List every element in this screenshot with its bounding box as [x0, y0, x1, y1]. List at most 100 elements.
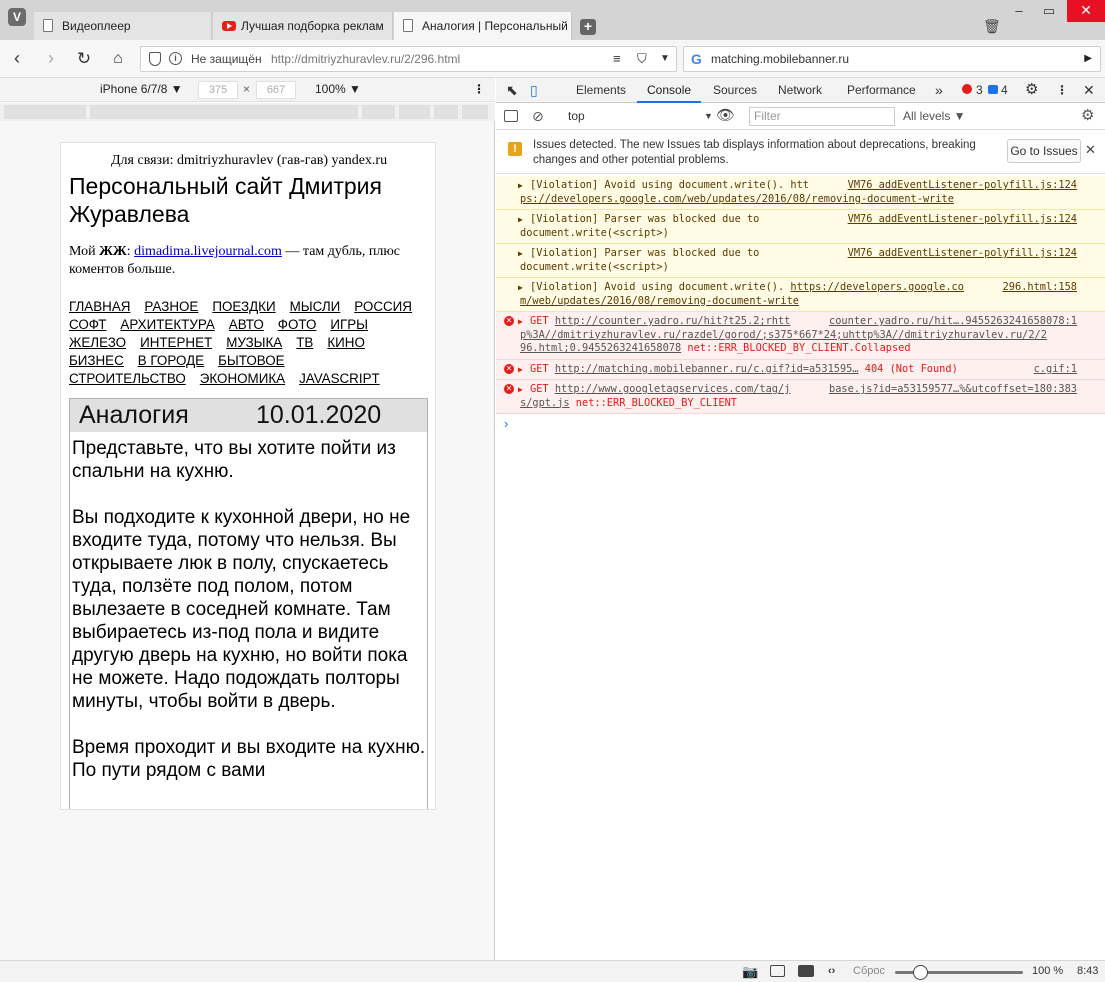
nav-link-misc[interactable]: РАЗНОЕ [144, 298, 198, 316]
ruler-segment[interactable] [462, 105, 488, 119]
context-dropdown-icon[interactable]: ▼ [704, 104, 713, 128]
console-prompt-icon[interactable]: › [504, 416, 508, 431]
console-filter-input[interactable]: Filter [749, 107, 895, 126]
nav-link-household[interactable]: БЫТОВОЕ [218, 352, 284, 370]
expand-triangle-icon[interactable]: ▶ [518, 179, 523, 193]
console-settings-gear-icon[interactable]: ⚙ [1081, 104, 1094, 128]
sidebar-toggle-icon[interactable] [504, 110, 518, 122]
message-count[interactable]: 4 [1001, 78, 1008, 102]
request-url-cont[interactable]: p%3A//dmitriyzhuravlev.ru/razdel/gorod/;… [520, 329, 1047, 341]
device-height-input[interactable]: 667 [256, 81, 296, 99]
nav-link-architecture[interactable]: АРХИТЕКТУРА [120, 316, 214, 334]
nav-link-cinema[interactable]: КИНО [327, 334, 365, 352]
ruler-segment[interactable] [4, 105, 86, 119]
request-url[interactable]: http://counter.yadro.ru/hit?t25.2;rhtt [555, 315, 791, 327]
console-message[interactable]: ▶ [Violation] Parser was blocked due to … [496, 210, 1105, 244]
nav-link-russia[interactable]: РОССИЯ [354, 298, 412, 316]
trash-icon[interactable]: 🗑 [983, 18, 1001, 35]
close-window-button[interactable]: ✕ [1067, 0, 1105, 22]
tab-performance[interactable]: Performance [847, 78, 916, 103]
url-text[interactable]: http://dmitriyzhuravlev.ru/2/296.html [271, 47, 460, 71]
error-count[interactable]: 3 [976, 78, 983, 102]
bookmark-icon[interactable]: ⛉ [637, 47, 647, 71]
message-link[interactable]: m/web/updates/2016/08/removing-document-… [520, 295, 799, 307]
message-source[interactable]: counter.yadro.ru/hit….9455263241658078:1 [829, 315, 1077, 329]
nav-link-soft[interactable]: СОФТ [69, 316, 106, 334]
console-message[interactable]: ▶ [Violation] Avoid using document.write… [496, 176, 1105, 210]
message-link[interactable]: ps://developers.google.com/web/updates/2… [520, 193, 954, 205]
request-url-cont[interactable]: s/gpt.js [520, 397, 570, 409]
tab-analogy[interactable]: Аналогия | Персональный [394, 12, 572, 40]
message-source[interactable]: VM76 addEventListener-polyfill.js:124 [848, 247, 1077, 261]
minimize-button[interactable]: – [1005, 2, 1033, 22]
go-to-issues-button[interactable]: Go to Issues [1007, 139, 1081, 163]
console-error[interactable]: ✕ ▶ GET http://www.googletagservices.com… [496, 380, 1105, 414]
nav-link-business[interactable]: БИЗНЕС [69, 352, 124, 370]
tab-elements[interactable]: Elements [576, 78, 626, 103]
request-url-cont[interactable]: 96.html;0.9455263241658078 [520, 342, 681, 354]
back-button[interactable]: ‹ [6, 48, 28, 70]
code-icon[interactable]: ‹› [828, 961, 835, 982]
reload-button[interactable]: ↻ [73, 48, 95, 70]
expand-triangle-icon[interactable]: ▶ [518, 213, 523, 227]
nav-link-photo[interactable]: ФОТО [278, 316, 317, 334]
lj-link[interactable]: dimadima.livejournal.com [134, 244, 282, 259]
context-select[interactable]: top [568, 104, 585, 128]
console-message[interactable]: ▶ [Violation] Avoid using document.write… [496, 278, 1105, 312]
devtools-menu-icon[interactable]: ⋮ [1056, 78, 1068, 102]
console-error[interactable]: ✕ ▶ GET http://matching.mobilebanner.ru/… [496, 360, 1105, 380]
tab-network[interactable]: Network [778, 78, 822, 103]
message-link[interactable]: https://developers.google.co [790, 281, 964, 293]
more-tabs-button[interactable]: » [935, 78, 943, 103]
nav-link-internet[interactable]: ИНТЕРНЕТ [140, 334, 212, 352]
request-url[interactable]: http://www.googletagservices.com/tag/j [555, 383, 791, 395]
nav-link-tv[interactable]: ТВ [296, 334, 313, 352]
reader-icon[interactable]: ≡ [613, 47, 621, 71]
forward-button[interactable]: › [40, 48, 62, 70]
nav-link-trips[interactable]: ПОЕЗДКИ [212, 298, 275, 316]
ruler-segment[interactable] [399, 105, 430, 119]
error-count-icon[interactable] [962, 84, 972, 94]
inspect-icon[interactable]: ⬉ [506, 78, 518, 102]
message-source[interactable]: VM76 addEventListener-polyfill.js:124 [848, 213, 1077, 227]
expand-triangle-icon[interactable]: ▶ [518, 315, 523, 329]
expand-triangle-icon[interactable]: ▶ [518, 363, 523, 377]
expand-triangle-icon[interactable]: ▶ [518, 247, 523, 261]
log-levels-select[interactable]: All levels ▼ [903, 104, 966, 128]
nav-link-hardware[interactable]: ЖЕЛЕЗО [69, 334, 126, 352]
message-count-icon[interactable] [988, 85, 998, 94]
nav-link-games[interactable]: ИГРЫ [330, 316, 368, 334]
more-options-icon[interactable]: ⋮ [473, 78, 485, 101]
message-source[interactable]: c.gif:1 [1034, 363, 1077, 377]
zoom-reset-button[interactable]: Сброс [853, 961, 885, 982]
tab-sources[interactable]: Sources [713, 78, 757, 103]
live-expression-eye-icon[interactable]: 👁 [716, 104, 735, 128]
message-source[interactable]: 296.html:158 [1003, 281, 1077, 295]
nav-link-in-city[interactable]: В ГОРОДЕ [138, 352, 204, 370]
nav-link-construction[interactable]: СТРОИТЕЛЬСТВО [69, 370, 186, 388]
info-icon[interactable]: i [169, 52, 182, 65]
device-toggle-icon[interactable]: ▯ [530, 78, 538, 102]
camera-icon[interactable]: 📷 [742, 961, 758, 982]
zoom-select[interactable]: 100% ▼ [315, 78, 361, 101]
message-source[interactable]: VM76 addEventListener-polyfill.js:124 [848, 179, 1077, 193]
ruler-segment[interactable] [90, 105, 358, 119]
zoom-slider-handle[interactable] [913, 965, 928, 980]
close-issues-icon[interactable]: ✕ [1085, 142, 1096, 158]
nav-link-javascript[interactable]: JAVASCRIPT [299, 370, 380, 388]
console-message[interactable]: ▶ [Violation] Parser was blocked due to … [496, 244, 1105, 278]
new-tab-button[interactable]: + [580, 19, 596, 35]
search-text[interactable]: matching.mobilebanner.ru [711, 52, 849, 66]
ruler-segment[interactable] [362, 105, 395, 119]
search-go-icon[interactable]: ▶ [1084, 47, 1092, 71]
nav-link-thoughts[interactable]: МЫСЛИ [290, 298, 341, 316]
home-button[interactable]: ⌂ [107, 48, 129, 70]
expand-triangle-icon[interactable]: ▶ [518, 383, 523, 397]
device-width-input[interactable]: 375 [198, 81, 238, 99]
ruler-segment[interactable] [434, 105, 458, 119]
search-field[interactable]: G matching.mobilebanner.ru ▶ [683, 46, 1101, 72]
nav-link-main[interactable]: ГЛАВНАЯ [69, 298, 130, 316]
close-devtools-icon[interactable]: ✕ [1083, 78, 1095, 102]
nav-link-auto[interactable]: АВТО [229, 316, 264, 334]
nav-link-music[interactable]: МУЗЫКА [226, 334, 282, 352]
